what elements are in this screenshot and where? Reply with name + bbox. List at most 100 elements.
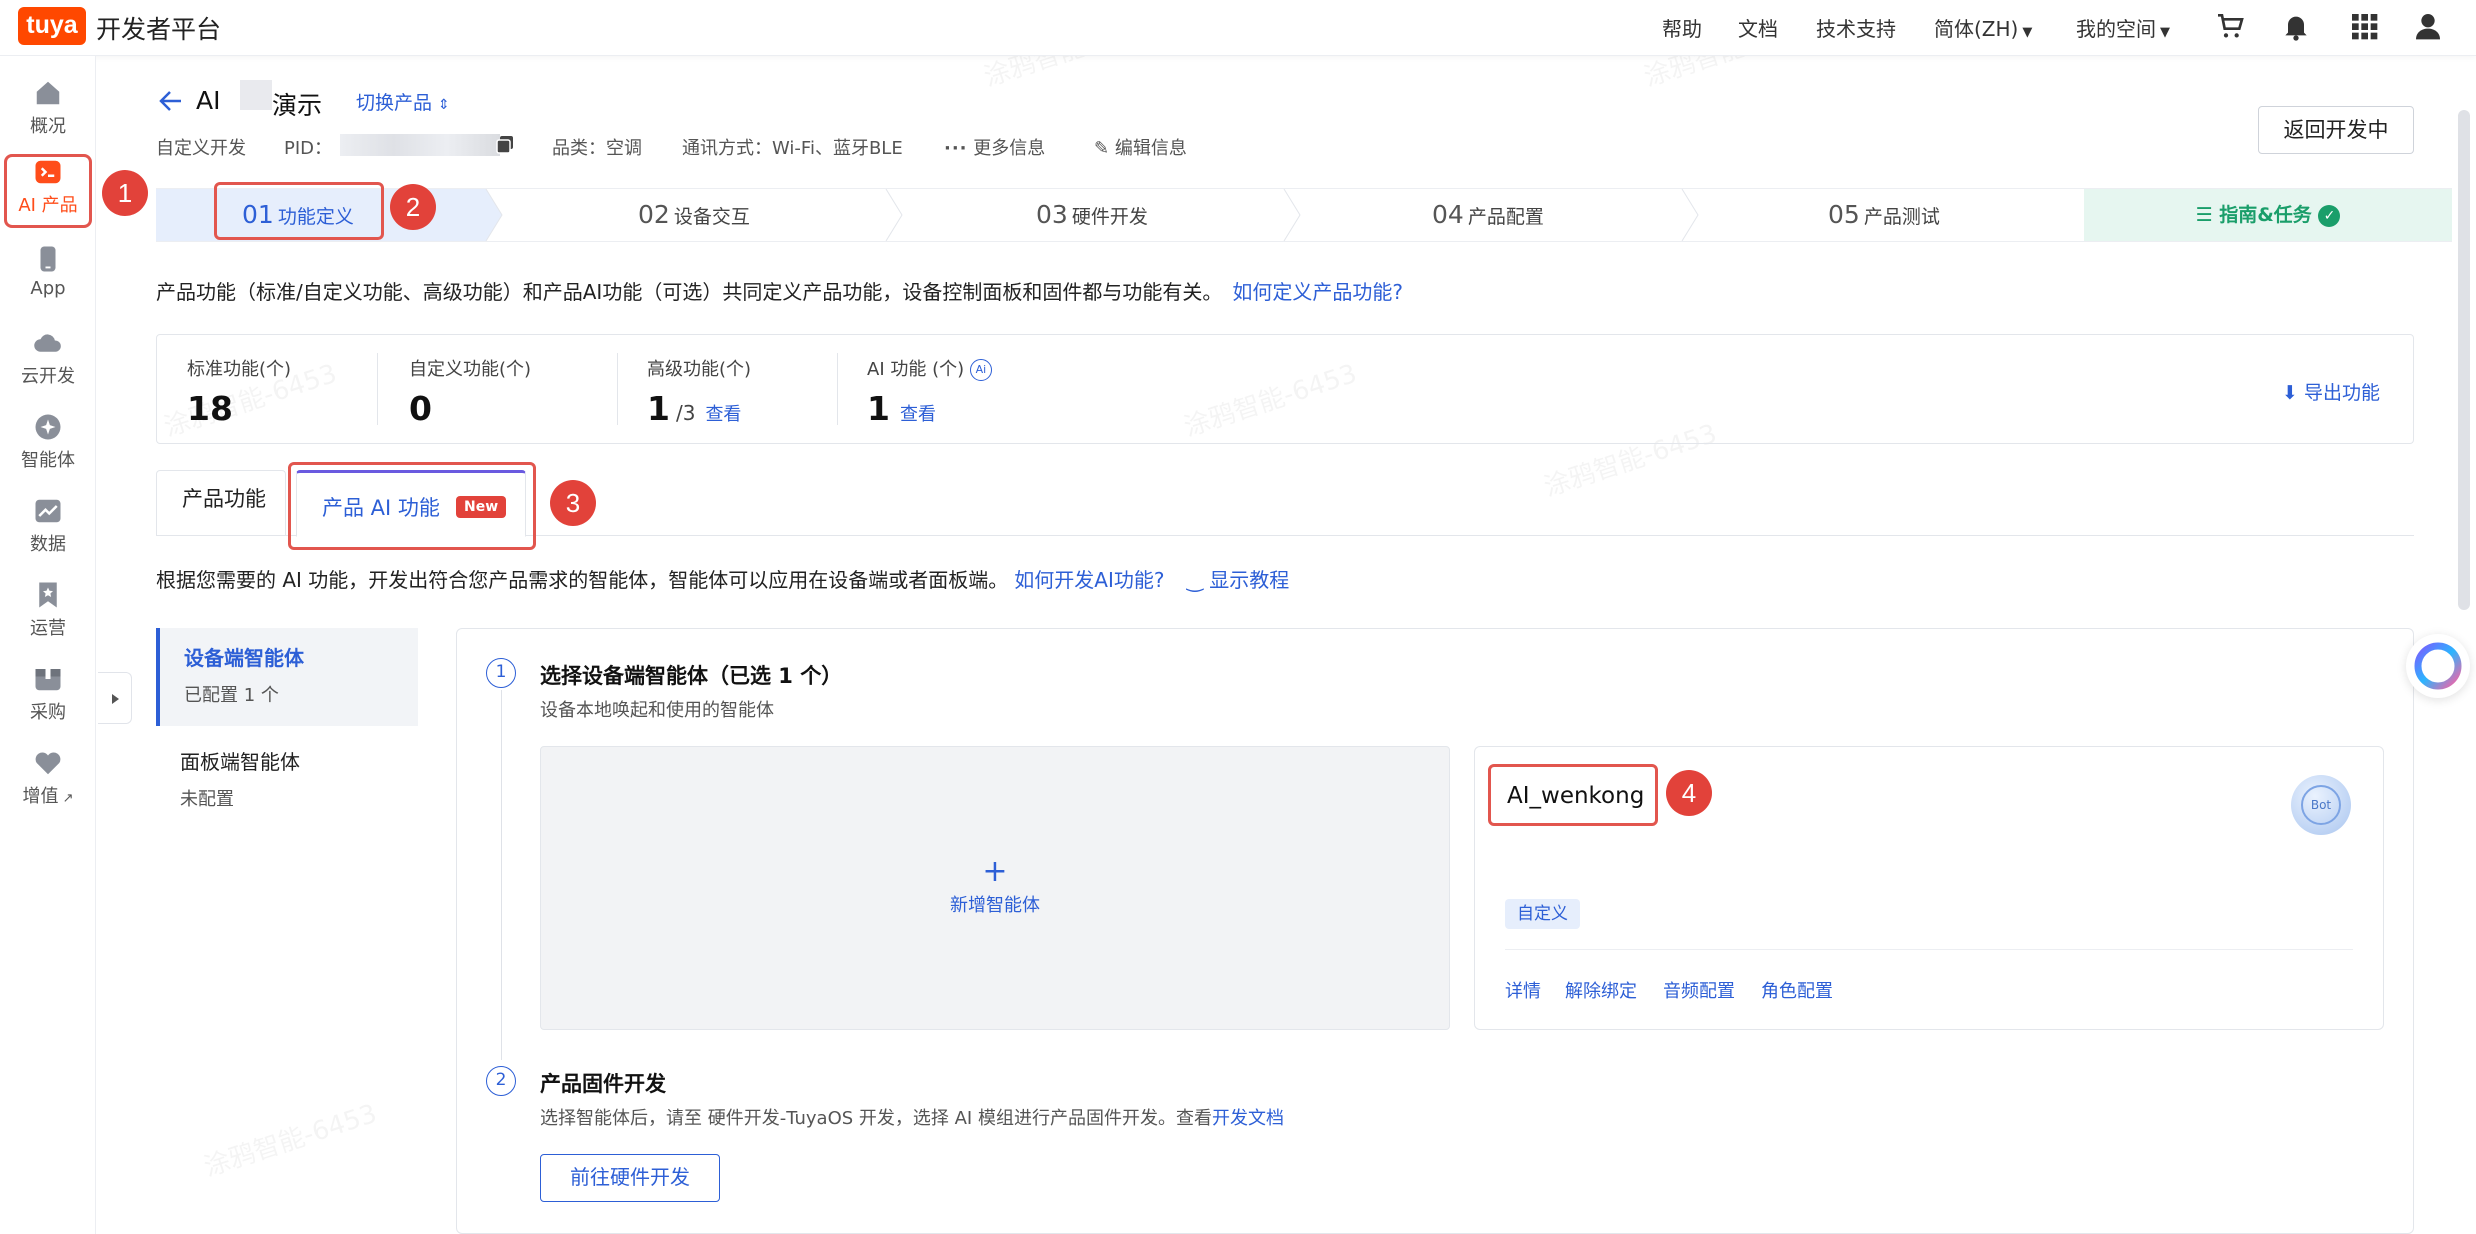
cart-icon[interactable]: [2214, 10, 2246, 42]
nav-docs[interactable]: 文档: [1738, 13, 1778, 42]
chevron-down-icon: ▼: [2160, 25, 2170, 40]
redacted-pid: [340, 134, 500, 156]
dev-docs-link[interactable]: 开发文档: [1212, 1108, 1284, 1129]
more-info-button[interactable]: ··· 更多信息: [944, 134, 1045, 160]
section2-subtitle-text: 选择智能体后，请至 硬件开发-TuyaOS 开发，选择 AI 模组进行产品固件开…: [540, 1108, 1212, 1129]
apps-grid-icon[interactable]: [2348, 10, 2380, 42]
annotation-4: 4: [1666, 770, 1712, 816]
sidebar-item-label: 增值 ↗: [4, 782, 92, 808]
nav-my-space[interactable]: 我的空间 ▼: [2076, 13, 2170, 42]
divider: [837, 353, 838, 425]
agent-type-device[interactable]: 设备端智能体 已配置 1 个: [156, 628, 418, 726]
ai-description: 根据您需要的 AI 功能，开发出符合您产品需求的智能体，智能体可以应用在设备端或…: [156, 564, 1289, 593]
download-icon: ⬇: [2282, 382, 2298, 404]
switch-product-dropdown[interactable]: 切换产品 ⇕: [356, 88, 450, 115]
box-icon: [35, 669, 61, 691]
step-04-product-config[interactable]: 04 产品配置: [1432, 189, 1544, 241]
annotation-box-tab: [288, 462, 536, 550]
page-scrollbar[interactable]: [2458, 110, 2470, 610]
how-develop-ai-link[interactable]: 如何开发AI功能?: [1014, 568, 1164, 592]
bookmark-icon: [39, 582, 57, 608]
sidebar-item-app[interactable]: App: [4, 244, 92, 318]
annotation-3: 3: [550, 480, 596, 526]
step-label: 产品测试: [1863, 206, 1940, 228]
export-functions-button[interactable]: ⬇ 导出功能: [2282, 378, 2380, 405]
step-03-hardware-dev[interactable]: 03 硬件开发: [1036, 189, 1148, 241]
value-added-label: 增值: [22, 786, 59, 807]
how-define-link[interactable]: 如何定义产品功能?: [1232, 280, 1403, 304]
view-advanced-link[interactable]: 查看: [705, 404, 741, 425]
sidebar-item-label: 运营: [30, 618, 66, 639]
step-number: 05: [1828, 200, 1860, 229]
step-progress-bar: 01 功能定义 02 设备交互 03 硬件开发 04 产品配置 05 产品测试 ☰ 指南&…: [156, 188, 2452, 242]
caret-right-icon: [112, 694, 119, 704]
step-connector-line: [501, 690, 502, 1060]
check-circle-icon: ✓: [2318, 204, 2341, 227]
step-05-product-test[interactable]: 05 产品测试: [1828, 189, 1940, 241]
ai-assistant-float-button[interactable]: [2406, 634, 2470, 698]
section-step-2: 2: [486, 1066, 516, 1096]
stat-label: 自定义功能(个): [409, 359, 532, 380]
show-tutorial-button[interactable]: ‿ 显示教程: [1187, 568, 1289, 592]
sidebar-item-ai-product[interactable]: AI 产品: [4, 154, 92, 228]
agent-type-title: 设备端智能体: [184, 646, 304, 670]
step-02-device-interaction[interactable]: 02 设备交互: [638, 189, 750, 241]
sidebar-item-cloud[interactable]: 云开发: [4, 328, 92, 402]
copy-icon[interactable]: [494, 134, 516, 156]
stat-value: 1: [647, 389, 670, 428]
ai-assistant-icon: [2414, 642, 2462, 690]
nav-help[interactable]: 帮助: [1662, 13, 1702, 42]
sidebar-item-operation[interactable]: 运营: [4, 580, 92, 654]
edit-info-label: 编辑信息: [1114, 138, 1187, 159]
user-icon[interactable]: [2412, 10, 2444, 42]
view-ai-link[interactable]: 查看: [900, 404, 936, 425]
agent-details-link[interactable]: 详情: [1505, 977, 1541, 1003]
section-step-1: 1: [486, 658, 516, 688]
sidebar-item-overview[interactable]: 概况: [4, 78, 92, 152]
stat-label: 标准功能(个): [187, 359, 292, 380]
sidebar-item-label: 数据: [30, 534, 66, 555]
stat-value: 1: [867, 389, 890, 428]
tab-product-functions-label[interactable]: 产品功能: [182, 462, 266, 536]
sidebar-item-value-added[interactable]: 增值 ↗: [4, 748, 92, 822]
nav-language[interactable]: 简体(ZH) ▼: [1934, 13, 2032, 42]
platform-name: 开发者平台: [96, 15, 222, 44]
edit-info-button[interactable]: ✎ 编辑信息: [1094, 134, 1187, 160]
stat-ai-label: AI 功能 (个): [867, 359, 965, 380]
unbind-agent-link[interactable]: 解除绑定: [1565, 977, 1637, 1003]
chart-icon: [35, 499, 61, 523]
nav-tech-support[interactable]: 技术支持: [1816, 13, 1896, 42]
sidebar-collapse-toggle[interactable]: [98, 672, 132, 724]
bot-avatar-icon: Bot: [2291, 775, 2351, 835]
annotation-box-step: [214, 182, 384, 240]
section1-subtitle: 设备本地唤起和使用的智能体: [540, 700, 774, 721]
language-label: 简体(ZH): [1934, 17, 2019, 41]
audio-config-link[interactable]: 音频配置: [1663, 977, 1735, 1003]
agent-type-panel[interactable]: 面板端智能体 未配置: [156, 732, 418, 830]
guide-tasks-button[interactable]: ☰ 指南&任务 ✓: [2084, 189, 2452, 241]
product-title-suffix: 演示: [272, 91, 323, 120]
sidebar-item-data[interactable]: 数据: [4, 496, 92, 570]
sidebar-item-purchase[interactable]: 采购: [4, 664, 92, 738]
sidebar-item-label: 概况: [30, 116, 66, 137]
more-dots-icon: ···: [944, 138, 968, 159]
bell-icon[interactable]: [2280, 10, 2312, 42]
return-to-dev-button[interactable]: 返回开发中: [2258, 106, 2414, 154]
plus-icon: +: [982, 854, 1008, 889]
guide-tasks-content: ☰ 指南&任务 ✓: [2084, 189, 2452, 241]
back-arrow-icon[interactable]: [156, 88, 184, 114]
eye-closed-icon: ‿: [1186, 568, 1203, 592]
tuya-logo[interactable]: tuya: [18, 7, 86, 45]
sidebar-item-label: App: [30, 278, 66, 299]
sidebar-item-agent[interactable]: 智能体: [4, 412, 92, 486]
stat-advanced: 高级功能(个) 1/3 查看: [647, 355, 751, 428]
list-icon: ☰: [2195, 204, 2213, 226]
goto-hardware-dev-button[interactable]: 前往硬件开发: [540, 1154, 720, 1202]
add-agent-card[interactable]: + 新增智能体: [540, 746, 1450, 1030]
chevron-down-icon: ▼: [2022, 25, 2033, 40]
role-config-link[interactable]: 角色配置: [1761, 977, 1833, 1003]
stat-value: 18: [187, 389, 233, 428]
function-description: 产品功能（标准/自定义功能、高级功能）和产品AI功能（可选）共同定义产品功能，设…: [156, 276, 1403, 305]
divider: [617, 353, 618, 425]
agent-type-title: 面板端智能体: [180, 750, 300, 774]
